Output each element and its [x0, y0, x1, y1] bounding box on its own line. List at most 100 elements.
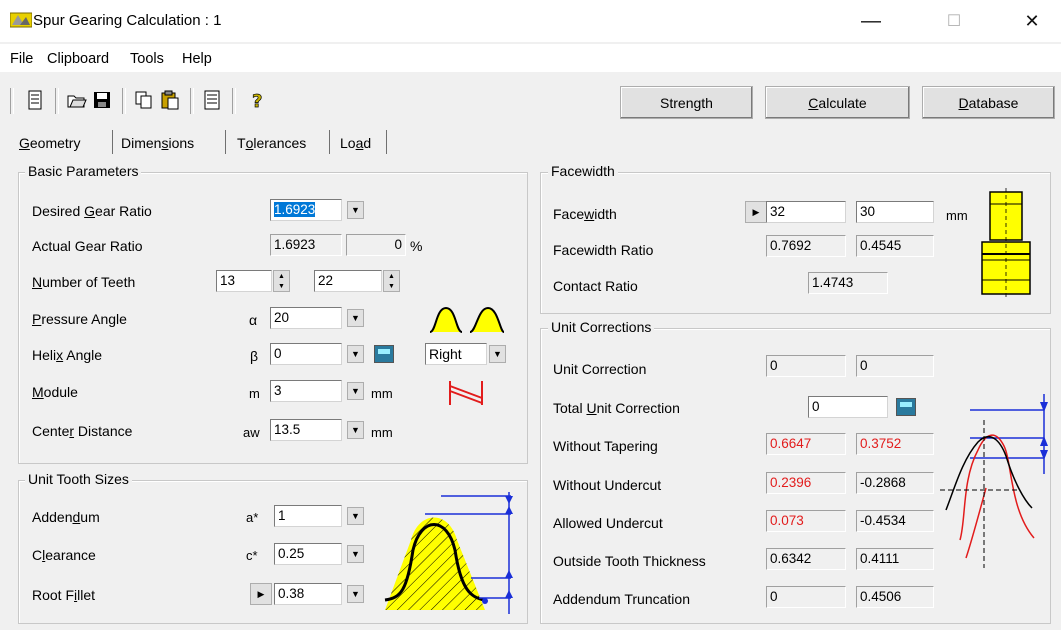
tooth-dimensions-diagram [384, 492, 513, 614]
open-folder-icon[interactable] [67, 90, 87, 110]
tab-divider [329, 130, 330, 154]
strength-button[interactable]: Strength [620, 86, 753, 119]
aw-symbol: aw [243, 425, 260, 440]
without-undercut2-field: -0.2868 [856, 472, 934, 494]
calculate-button[interactable]: Calculate [765, 86, 910, 119]
root-fillet-field[interactable]: 0.38 [274, 583, 342, 605]
center-distance-dropdown[interactable]: ▼ [347, 421, 364, 439]
save-icon[interactable] [92, 90, 112, 110]
teeth2-spinner[interactable]: ▲ ▼ [383, 270, 400, 292]
root-fillet-dropdown[interactable]: ▼ [347, 585, 364, 603]
addendum-truncation2-field: 0.4506 [856, 586, 934, 608]
ratio-deviation-field: 0 [346, 234, 406, 256]
menu-clipboard[interactable]: Clipboard [47, 51, 109, 67]
addendum-truncation-label: Addendum Truncation [553, 591, 690, 607]
allowed-undercut-label: Allowed Undercut [553, 515, 663, 531]
helix-angle-field[interactable]: 0 [270, 343, 342, 365]
unit-tooth-sizes-title: Unit Tooth Sizes [25, 471, 132, 487]
pressure-angle-field[interactable]: 20 [270, 307, 342, 329]
clearance-label: Clearance [32, 547, 96, 563]
total-unit-correction-field[interactable]: 0 [808, 396, 888, 418]
toolbar-grip [10, 88, 14, 114]
center-distance-label: Center Distance [32, 423, 133, 439]
without-tapering1-field: 0.6647 [766, 433, 846, 455]
document-icon[interactable] [25, 90, 45, 110]
toolbar-separator [122, 88, 126, 114]
facewidth2-field[interactable]: 30 [856, 201, 934, 223]
module-dropdown[interactable]: ▼ [347, 382, 364, 400]
copy-icon[interactable] [134, 90, 154, 110]
window-title: Spur Gearing Calculation : 1 [33, 12, 222, 29]
toolbar-separator [232, 88, 236, 114]
minimize-button[interactable]: — [845, 0, 897, 42]
database-button[interactable]: Database [922, 86, 1055, 119]
center-distance-field[interactable]: 13.5 [270, 419, 342, 441]
maximize-button[interactable]: ☐ [928, 0, 980, 42]
desired-ratio-dropdown[interactable]: ▼ [347, 201, 364, 219]
app-gear-icon [10, 12, 32, 28]
teeth-label: Number of Teeth [32, 274, 136, 290]
without-tapering2-field: 0.3752 [856, 433, 934, 455]
total-unit-correction-label: Total Unit Correction [553, 400, 680, 416]
desired-ratio-field[interactable]: 1.6923 [270, 199, 342, 221]
tab-dimensions[interactable]: Dimen s ions [121, 131, 194, 155]
facewidth-arrow-button[interactable]: ▶ [745, 201, 767, 223]
paste-icon[interactable] [160, 90, 180, 110]
root-fillet-label: Root Fillet [32, 587, 96, 603]
helix-direction-icon [449, 381, 483, 405]
menu-file[interactable]: File [10, 51, 33, 67]
tab-tolerances[interactable]: To lerances [237, 131, 306, 155]
pressure-angle-dropdown[interactable]: ▼ [347, 309, 364, 327]
facewidth-ratio2-field: 0.4545 [856, 235, 934, 257]
helix-direction-dropdown[interactable]: ▼ [489, 345, 506, 363]
teeth1-field[interactable]: 13 [216, 270, 272, 292]
outside-tooth-thickness2-field: 0.4111 [856, 548, 934, 570]
actual-ratio-label: Actual Gear Ratio [32, 238, 143, 254]
allowed-undercut2-field: -0.4534 [856, 510, 934, 532]
menu-bar: File Clipboard Tools Help [0, 44, 1061, 72]
toolbar-separator [190, 88, 194, 114]
facewidth-label: Facewidth [553, 206, 617, 222]
desired-ratio-label: Desired Gear Ratio [32, 203, 152, 219]
helix-angle-dropdown[interactable]: ▼ [347, 345, 364, 363]
outside-tooth-thickness-label: Outside Tooth Thickness [553, 553, 706, 569]
close-button[interactable]: ✕ [1006, 0, 1058, 42]
help-icon[interactable]: ? [248, 90, 268, 110]
clearance-dropdown[interactable]: ▼ [347, 545, 364, 563]
addendum-field[interactable]: 1 [274, 505, 342, 527]
facewidth-gear-diagram [981, 188, 1031, 298]
calculator-icon[interactable] [896, 398, 916, 416]
outside-tooth-thickness1-field: 0.6342 [766, 548, 846, 570]
facewidth1-field[interactable]: 32 [766, 201, 846, 223]
tooth-profile-icon [429, 306, 505, 333]
unit-correction2-field: 0 [856, 355, 934, 377]
beta-symbol: β [250, 348, 259, 364]
teeth2-field[interactable]: 22 [314, 270, 382, 292]
unit-correction-label: Unit Correction [553, 361, 647, 377]
facewidth-ratio-label: Facewidth Ratio [553, 242, 654, 258]
calculator-icon[interactable] [374, 345, 394, 363]
contact-ratio-label: Contact Ratio [553, 278, 638, 294]
addendum-dropdown[interactable]: ▼ [347, 507, 364, 525]
clearance-field[interactable]: 0.25 [274, 543, 342, 565]
center-distance-unit: mm [371, 425, 393, 440]
tab-divider [225, 130, 226, 154]
tab-geometry[interactable]: Geometry [19, 131, 80, 155]
helix-direction-field[interactable]: Right [425, 343, 487, 365]
root-fillet-arrow-button[interactable]: ▶ [250, 583, 272, 605]
teeth1-spinner[interactable]: ▲ ▼ [273, 270, 290, 292]
helix-angle-label: Helix Angle [32, 347, 103, 363]
menu-help[interactable]: Help [182, 51, 212, 67]
actual-ratio-field: 1.6923 [270, 234, 342, 256]
toolbar-separator [55, 88, 59, 114]
module-field[interactable]: 3 [270, 380, 342, 402]
pressure-angle-label: Pressure Angle [32, 311, 127, 327]
facewidth-unit: mm [946, 208, 968, 223]
tab-load[interactable]: Lo a d [340, 131, 371, 155]
allowed-undercut1-field: 0.073 [766, 510, 846, 532]
report-icon[interactable] [202, 90, 222, 110]
unit-corrections-title: Unit Corrections [548, 319, 655, 335]
module-label: Module [32, 384, 78, 400]
unit-correction-diagram [940, 394, 1048, 568]
menu-tools[interactable]: Tools [130, 51, 164, 67]
